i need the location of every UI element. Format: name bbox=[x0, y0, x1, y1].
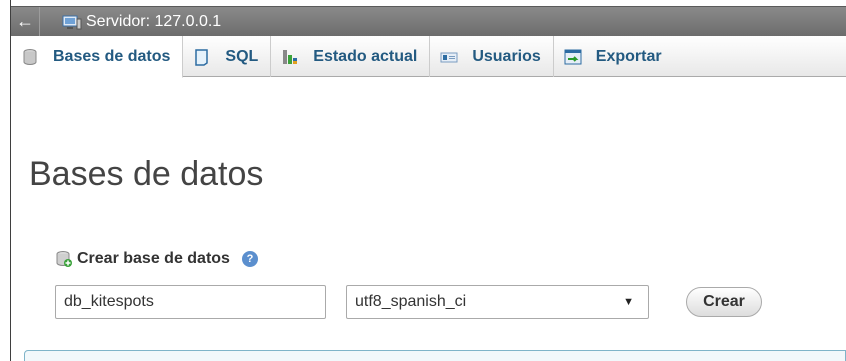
database-name-input[interactable] bbox=[55, 285, 326, 319]
collation-select[interactable]: utf8_spanish_ci ▼ bbox=[346, 285, 649, 319]
status-chart-icon bbox=[281, 48, 299, 66]
tab-users[interactable]: Usuarios bbox=[430, 36, 554, 77]
sql-icon bbox=[193, 48, 211, 66]
server-breadcrumb-bar: ← Servidor: 127.0.0.1 bbox=[11, 6, 846, 37]
database-add-icon bbox=[55, 250, 73, 268]
tab-label: Estado actual bbox=[313, 47, 418, 65]
tab-label: Usuarios bbox=[472, 47, 541, 65]
create-database-button[interactable]: Crear bbox=[686, 287, 762, 317]
create-database-heading: Crear base de datos ? bbox=[55, 250, 258, 268]
tab-label: Bases de datos bbox=[53, 47, 171, 65]
help-icon[interactable]: ? bbox=[241, 251, 258, 267]
tab-sql[interactable]: SQL bbox=[183, 36, 272, 77]
collation-value: utf8_spanish_ci bbox=[355, 293, 467, 310]
tab-export[interactable]: Exportar bbox=[554, 36, 674, 77]
database-icon bbox=[21, 48, 39, 66]
chevron-down-icon: ▼ bbox=[623, 296, 634, 308]
navigation-panel-edge bbox=[0, 0, 11, 361]
database-list-container bbox=[24, 350, 846, 361]
create-database-label: Crear base de datos bbox=[77, 250, 230, 267]
server-breadcrumb-link[interactable]: Servidor: 127.0.0.1 bbox=[86, 13, 221, 31]
tab-label: SQL bbox=[225, 47, 259, 65]
server-icon bbox=[62, 14, 82, 30]
tab-databases[interactable]: Bases de datos bbox=[11, 36, 184, 78]
tab-label: Exportar bbox=[595, 47, 662, 65]
phpmyadmin-window: ← Servidor: 127.0.0.1 Bases de datos SQL… bbox=[0, 0, 846, 361]
page-title: Bases de datos bbox=[29, 155, 264, 193]
tab-status[interactable]: Estado actual bbox=[271, 36, 431, 77]
top-menu-tabs: Bases de datos SQL Estado actual Usuario… bbox=[11, 36, 846, 78]
export-icon bbox=[564, 48, 582, 66]
users-icon bbox=[440, 48, 458, 66]
left-arrow-icon[interactable]: ← bbox=[11, 6, 40, 37]
